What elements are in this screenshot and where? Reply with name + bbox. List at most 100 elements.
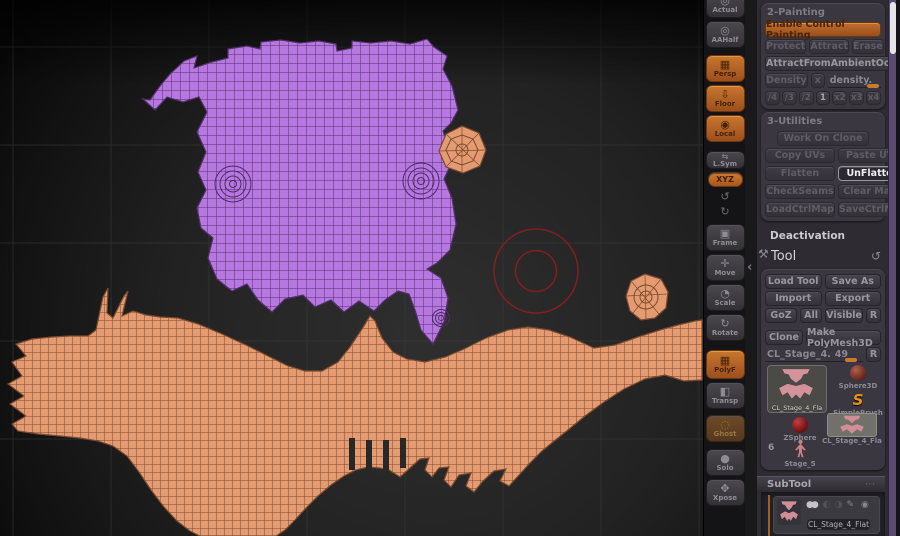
subtool-icon[interactable]: ◉ — [861, 500, 869, 510]
density-step-button[interactable]: 1 — [815, 91, 831, 105]
subtool-icon[interactable]: ●● — [806, 500, 819, 510]
section-tool: Load Tool Save As Import Export GoZ All … — [761, 269, 885, 470]
make-polymesh3d-button[interactable]: Make PolyMesh3D — [806, 327, 881, 349]
tool-item-slider[interactable]: CL_Stage_4. 49 — [765, 347, 863, 362]
stage5-label: Stage_5 — [784, 460, 816, 468]
shelf-button-label: Frame — [712, 239, 738, 247]
visible-button[interactable]: Visible — [825, 308, 863, 323]
slider-r-button[interactable]: R — [866, 347, 881, 362]
work-on-clone-button[interactable]: Work On Clone — [776, 131, 870, 146]
shelf-button-label: Transp — [711, 397, 739, 405]
subtool-header[interactable]: SubTool ⋯ — [757, 476, 885, 492]
shelf-button[interactable]: ◔ Scale — [705, 284, 745, 311]
save-as-button[interactable]: Save As — [824, 274, 881, 289]
shelf-button-icon: ✛ — [720, 257, 730, 270]
density-step-button[interactable]: /3 — [781, 91, 797, 105]
density-step-button[interactable]: /2 — [798, 91, 814, 105]
shelf-button-icon: ◎ — [720, 24, 730, 37]
export-button[interactable]: Export — [824, 291, 881, 306]
density-slider-handle[interactable] — [867, 84, 879, 88]
all-button[interactable]: All — [800, 308, 823, 323]
selected-tool-label: CL_Stage_4_Fla — [822, 437, 882, 445]
shelf-button-label: Actual — [712, 6, 738, 14]
shelf-button[interactable]: ↺ — [715, 190, 735, 202]
shelf-button-label: Xpose — [712, 494, 738, 502]
collapse-panel-chevron-icon[interactable]: ‹ — [747, 260, 752, 275]
subtool-menu-dots-icon[interactable]: ⋯ — [865, 479, 875, 490]
shelf-button[interactable]: ◌ Ghost — [705, 415, 745, 442]
sphere3d-icon — [850, 365, 866, 381]
window-edge — [896, 0, 900, 536]
utility-button[interactable]: Flatten — [765, 166, 835, 181]
density-multiplier-button[interactable]: x — [810, 73, 825, 88]
paint-mode-button[interactable]: Attract — [809, 39, 850, 54]
shelf-button[interactable]: ◧ Transp — [705, 382, 745, 409]
subtool-title: SubTool — [767, 479, 812, 490]
subtool-icon[interactable]: ◑ — [835, 500, 843, 510]
shelf-button[interactable]: ↻ Rotate — [705, 314, 745, 341]
shelf-button[interactable]: ✥ Xpose — [705, 479, 745, 506]
pick-tool-icon: ⚒ — [758, 247, 769, 261]
viewport-canvas[interactable] — [0, 0, 703, 536]
tool-item-selected[interactable]: CL_Stage_4_Fla — [822, 413, 882, 445]
density-slider-text: density. — [829, 75, 873, 86]
shelf-button-label: AAHalf — [711, 36, 739, 44]
density-step-button[interactable]: /4 — [765, 91, 780, 105]
active-tool-thumbnail[interactable]: CL_Stage_4_Fla — [767, 365, 827, 413]
shelf-button-icon: ↺ — [720, 189, 730, 203]
shelf-button[interactable]: ◎ Actual — [705, 0, 745, 18]
shelf-button-icon: ↻ — [720, 204, 730, 218]
shelf-button-icon: ● — [720, 452, 730, 465]
shelf-button[interactable]: ↻ — [715, 205, 735, 217]
density-slider[interactable]: density. — [827, 73, 881, 88]
shelf-button-icon: ◔ — [720, 287, 730, 300]
shelf-button[interactable]: ▦ Persp — [705, 55, 745, 82]
shelf-button-label: Solo — [716, 464, 734, 472]
deactivation-header: Deactivation — [770, 230, 846, 242]
attract-from-ao-button[interactable]: AttractFromAmbientOccl — [765, 56, 900, 71]
goz-button[interactable]: GoZ — [765, 308, 797, 323]
load-tool-button[interactable]: Load Tool — [765, 274, 822, 289]
shelf-button-icon: ◉ — [720, 118, 730, 131]
utility-button[interactable]: LoadCtrlMap — [765, 202, 835, 217]
shelf-button-label: Persp — [713, 70, 737, 78]
enable-control-painting-button[interactable]: Enable Control Painting — [765, 19, 881, 41]
utility-button[interactable]: Copy UVs — [765, 148, 835, 163]
tool-palette-header[interactable]: ⚒ Tool ↺ — [757, 246, 885, 266]
selected-tool-preview — [827, 413, 877, 437]
density-step-button[interactable]: x4 — [866, 91, 882, 105]
import-button[interactable]: Import — [765, 291, 822, 306]
sphere3d-label: Sphere3D — [838, 382, 878, 390]
tool-panel: 2-Painting Enable Control Painting Prote… — [757, 0, 900, 536]
shelf-button[interactable]: ⇆ L.Sym — [705, 151, 745, 169]
shelf-button-label: Move — [714, 269, 736, 277]
shelf-button[interactable]: ⇩ Floor — [705, 85, 745, 112]
subtool-item-active[interactable]: ●● ◐ ◑ ✎ ◉ CL_Stage_4_Flat — [773, 496, 880, 534]
reload-icon[interactable]: ↺ — [871, 249, 881, 263]
subtool-icon[interactable]: ✎ — [846, 500, 854, 510]
clone-button[interactable]: Clone — [765, 330, 803, 345]
shelf-button-label: L.Sym — [712, 159, 738, 168]
r-button[interactable]: R — [866, 308, 881, 323]
density-step-button[interactable]: x3 — [849, 91, 865, 105]
shelf-button-icon: ◌ — [720, 418, 730, 431]
paint-mode-button[interactable]: Protect — [765, 39, 807, 54]
shelf-button[interactable]: ▣ Frame — [705, 224, 745, 251]
shelf-button[interactable]: XYZ — [707, 172, 743, 187]
shelf-button[interactable]: ◎ AAHalf — [705, 21, 745, 48]
tool-item-stage5[interactable]: Stage_5 — [777, 439, 823, 468]
subtool-icon[interactable]: ◐ — [823, 500, 831, 510]
active-tool-label: CL_Stage_4_Fla — [771, 404, 823, 412]
shelf-button[interactable]: ▦ PolyF — [705, 350, 745, 379]
tool-item-sphere3d[interactable]: Sphere3D — [831, 365, 885, 390]
tool-item-slider-handle[interactable] — [845, 358, 857, 362]
panel-divider: ‹ — [745, 0, 757, 536]
utility-button[interactable]: CheckSeams — [765, 184, 835, 199]
shelf-button-icon: ◧ — [719, 385, 731, 398]
stage5-figure-icon — [794, 439, 806, 458]
paint-mode-button[interactable]: Erase — [852, 39, 884, 54]
density-step-button[interactable]: x2 — [832, 91, 848, 105]
shelf-button[interactable]: ✛ Move — [705, 254, 745, 281]
shelf-button[interactable]: ◉ Local — [705, 115, 745, 142]
shelf-button[interactable]: ● Solo — [705, 449, 745, 476]
